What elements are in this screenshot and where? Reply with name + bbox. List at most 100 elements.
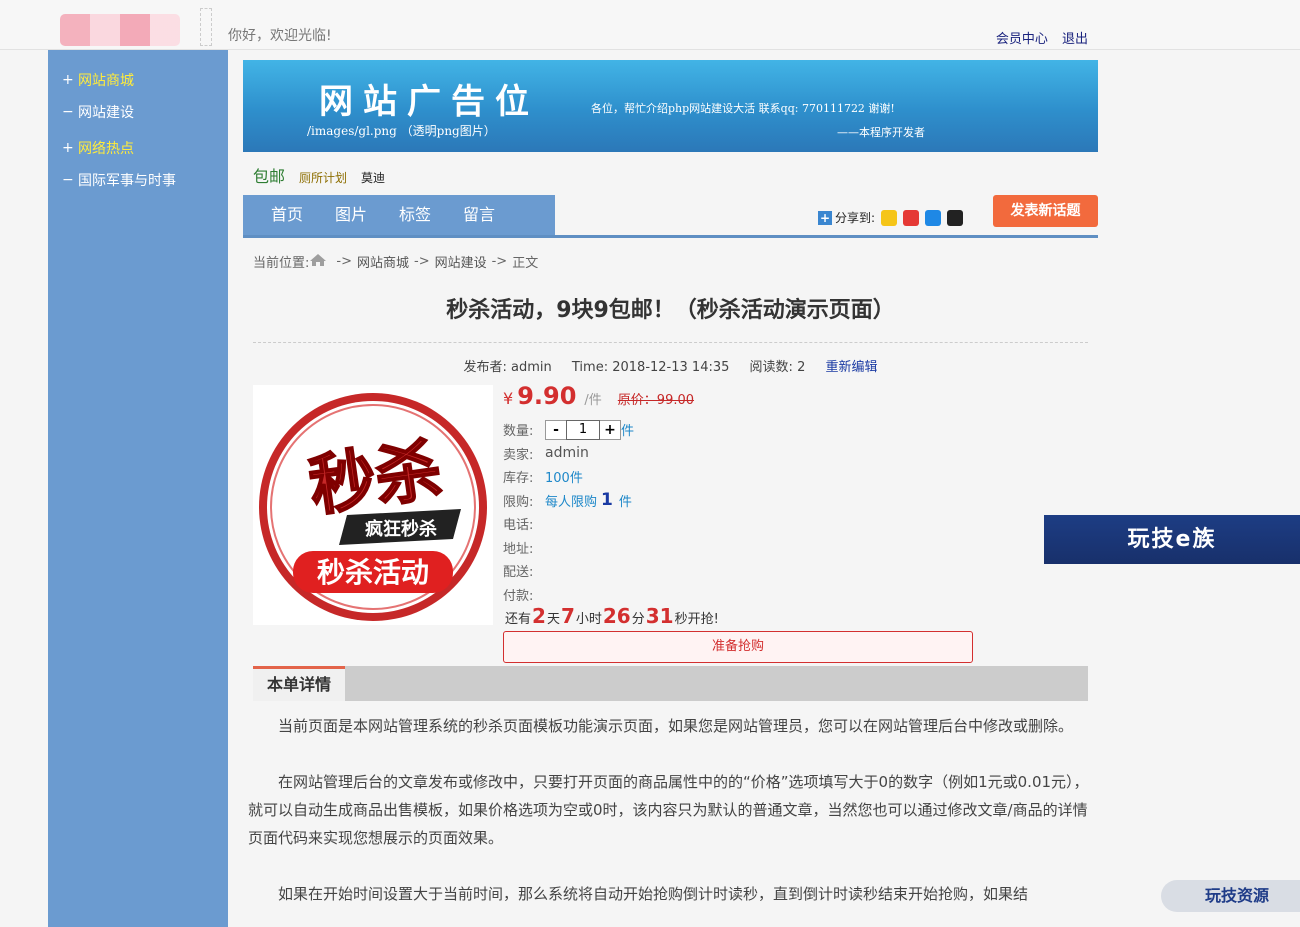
nav-home[interactable]: 首页	[271, 195, 303, 235]
tag-link[interactable]: 莫迪	[361, 169, 385, 186]
countdown-hours: 7	[560, 604, 575, 628]
sidebar-item-label: 国际军事与时事	[78, 173, 176, 189]
breadcrumb-sep: ->	[336, 254, 352, 269]
site-logo[interactable]	[60, 14, 180, 46]
seller-row: 卖家: admin	[503, 442, 634, 466]
limit-text: 每人限购	[545, 494, 598, 510]
publish-time: 2018-12-13 14:35	[612, 360, 730, 375]
breadcrumb-label: 当前位置:	[253, 256, 310, 271]
payment-row: 付款:	[503, 583, 634, 607]
nav-tags[interactable]: 标签	[399, 195, 431, 235]
home-icon[interactable]	[309, 253, 327, 267]
limit-unit: 件	[618, 494, 632, 510]
countdown-minutes: 26	[602, 604, 631, 628]
tag-link[interactable]: 包邮	[253, 163, 285, 187]
qty-input[interactable]	[566, 419, 600, 440]
expand-icon: +	[62, 72, 74, 88]
new-topic-button[interactable]: 发表新话题	[993, 195, 1098, 227]
price-row: ¥ 9.90 /件 原价：99.00	[503, 382, 694, 410]
tab-details[interactable]: 本单详情	[253, 666, 345, 701]
limit-row: 限购: 每人限购 1 件	[503, 489, 634, 513]
sidebar-item-web-build[interactable]: − 网站建设	[48, 96, 228, 128]
countdown-seconds: 31	[645, 604, 674, 628]
breadcrumb-current: 正文	[512, 256, 539, 271]
sidebar: + 网站商城 − 网站建设 + 网络热点 − 国际军事与时事	[48, 50, 228, 927]
nav-images[interactable]: 图片	[335, 195, 367, 235]
qty-minus-button[interactable]: -	[546, 422, 566, 438]
top-bar: 你好，欢迎光临! 会员中心 退出	[0, 0, 1300, 50]
details-paragraph: 在网站管理后台的文章发布或修改中，只要打开页面的商品属性中的的“价格”选项填写大…	[248, 773, 1089, 847]
countdown-prefix: 还有	[505, 612, 532, 627]
seller-label: 卖家:	[503, 447, 534, 463]
tag-list: 包邮 厕所计划 莫迪	[253, 163, 399, 187]
countdown-minutes-unit: 分	[631, 612, 645, 627]
logout-link[interactable]: 退出	[1062, 32, 1088, 47]
limit-label: 限购:	[503, 494, 534, 510]
publisher-name: admin	[511, 360, 552, 375]
sidebar-item-hot[interactable]: + 网络热点	[48, 132, 228, 164]
image-text-bottom: 秒杀活动	[317, 556, 429, 589]
quantity-stepper: - +	[545, 419, 621, 440]
collapse-icon: −	[62, 172, 74, 188]
qty-label: 数量:	[503, 424, 534, 440]
prepare-buy-button[interactable]: 准备抢购	[503, 631, 973, 663]
sidebar-item-label: 网站商城	[78, 73, 134, 89]
watermark-bottom: 玩技资源	[1161, 880, 1300, 912]
member-center-link[interactable]: 会员中心	[996, 32, 1048, 47]
stock-label: 库存:	[503, 471, 534, 487]
address-label: 地址:	[503, 541, 534, 557]
qty-row: 数量: - + 件	[503, 418, 634, 442]
banner-developer: ——本程序开发者	[837, 126, 925, 139]
collapse-icon: −	[62, 104, 74, 120]
expand-icon: +	[62, 140, 74, 156]
payment-label: 付款:	[503, 588, 534, 604]
delivery-row: 配送:	[503, 559, 634, 583]
phone-row: 电话:	[503, 512, 634, 536]
views-count: 2	[797, 360, 806, 375]
qzone-icon[interactable]	[881, 209, 898, 226]
ad-banner[interactable]: 网站广告位 /images/gl.png （透明png图片） 各位，帮忙介绍ph…	[243, 60, 1098, 152]
phone-label: 电话:	[503, 518, 534, 534]
breadcrumb-shop[interactable]: 网站商城	[357, 252, 409, 271]
sidebar-item-military[interactable]: − 国际军事与时事	[48, 164, 228, 196]
article-title: 秒杀活动，9块9包邮！（秒杀活动演示页面）	[446, 298, 895, 323]
currency-symbol: ¥	[503, 389, 514, 408]
price-unit: /件	[584, 393, 602, 408]
title-divider	[253, 342, 1088, 343]
breadcrumb-web-build[interactable]: 网站建设	[435, 252, 487, 271]
qty-unit: 件	[621, 424, 635, 440]
nav-guestbook[interactable]: 留言	[463, 195, 495, 235]
qq-icon[interactable]	[947, 209, 964, 226]
details-content: 当前页面是本网站管理系统的秒杀页面模板功能演示页面，如果您是网站管理员，您可以在…	[248, 712, 1093, 927]
countdown-days: 2	[532, 604, 546, 628]
stock-value: 100件	[545, 471, 583, 487]
tencent-weibo-icon[interactable]	[925, 209, 942, 226]
limit-number: 1	[601, 490, 613, 511]
details-paragraph: 当前页面是本网站管理系统的秒杀页面模板功能演示页面，如果您是网站管理员，您可以在…	[278, 717, 1074, 735]
nav-underline	[243, 235, 1098, 238]
re-edit-link[interactable]: 重新编辑	[825, 360, 877, 375]
publisher-label: 发布者:	[463, 360, 507, 375]
top-links: 会员中心 退出	[986, 28, 1088, 47]
sale-price: 9.90	[517, 382, 577, 410]
qty-plus-button[interactable]: +	[600, 422, 620, 438]
countdown-hours-unit: 小时	[575, 612, 602, 627]
delivery-label: 配送:	[503, 565, 534, 581]
share-plus-icon[interactable]: +	[818, 210, 832, 225]
tag-link[interactable]: 厕所计划	[299, 169, 347, 186]
details-paragraph: 如果在开始时间设置大于当前时间，那么系统将自动开始抢购倒计时读秒，直到倒计时读秒…	[278, 885, 1029, 903]
welcome-text: 你好，欢迎光临!	[228, 28, 332, 44]
banner-path: /images/gl.png （透明png图片）	[307, 124, 496, 138]
time-label: Time:	[571, 360, 609, 375]
watermark-right: 玩技e族	[1044, 515, 1300, 564]
weibo-icon[interactable]	[903, 209, 920, 226]
banner-title: 网站广告位	[319, 82, 539, 122]
sidebar-item-label: 网络热点	[78, 141, 134, 157]
logo-divider	[200, 8, 212, 46]
views-label: 阅读数:	[749, 360, 793, 375]
product-info: 数量: - + 件 卖家: admin 库存: 100件 限购: 每人限购 1 …	[503, 418, 634, 606]
article-meta: 发布者: admin Time: 2018-12-13 14:35 阅读数: 2…	[253, 356, 1088, 375]
banner-intro: 各位，帮忙介绍php网站建设大活 联系qq: 770111722 谢谢!	[591, 102, 895, 115]
stock-row: 库存: 100件	[503, 465, 634, 489]
sidebar-item-shop[interactable]: + 网站商城	[48, 64, 228, 96]
